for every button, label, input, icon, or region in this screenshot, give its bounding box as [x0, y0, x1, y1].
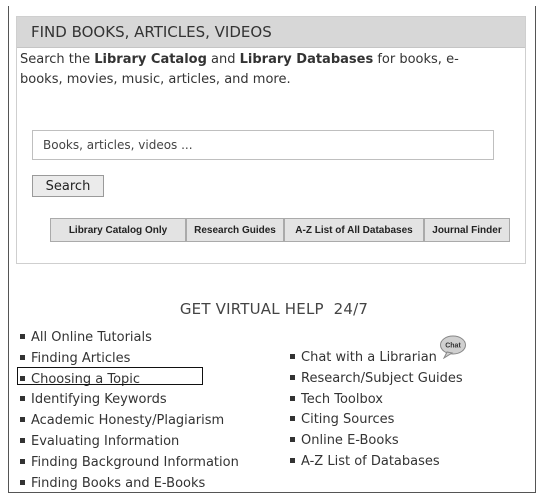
- list-item[interactable]: Finding Books and E-Books: [20, 474, 239, 495]
- link-chat-with-a-librarian[interactable]: Chat with a Librarian: [301, 350, 437, 365]
- intro-and: and: [206, 52, 240, 67]
- list-item[interactable]: Online E-Books: [290, 431, 463, 452]
- list-item[interactable]: Academic Honesty/Plagiarism: [20, 411, 239, 432]
- search-input[interactable]: [32, 130, 494, 160]
- link-academic-honesty[interactable]: Academic Honesty/Plagiarism: [31, 413, 224, 428]
- intro-library-catalog: Library Catalog: [94, 52, 207, 67]
- highlight-box: [17, 367, 203, 385]
- link-finding-background-information[interactable]: Finding Background Information: [31, 455, 239, 470]
- link-identifying-keywords[interactable]: Identifying Keywords: [31, 392, 167, 407]
- search-intro-text: Search the Library Catalog and Library D…: [20, 50, 500, 90]
- link-tech-toolbox[interactable]: Tech Toolbox: [301, 392, 383, 407]
- bullet-icon: [20, 396, 25, 402]
- bullet-icon: [290, 374, 295, 380]
- bullet-icon: [290, 437, 295, 443]
- list-item[interactable]: A-Z List of Databases: [290, 452, 463, 473]
- help-links-list: Chat with a Librarian Research/Subject G…: [290, 348, 463, 473]
- virtual-help-heading: GET VIRTUAL HELP 24/7: [0, 300, 548, 318]
- virtual-help-heading-text: GET VIRTUAL HELP 24/7: [179, 300, 369, 318]
- list-item[interactable]: All Online Tutorials: [20, 328, 239, 349]
- link-evaluating-information[interactable]: Evaluating Information: [31, 434, 179, 449]
- link-research-subject-guides[interactable]: Research/Subject Guides: [301, 371, 463, 386]
- list-item[interactable]: Evaluating Information: [20, 432, 239, 453]
- link-finding-articles[interactable]: Finding Articles: [31, 351, 130, 366]
- bullet-icon: [20, 458, 25, 464]
- bullet-icon: [290, 416, 295, 422]
- link-az-list-of-databases[interactable]: A-Z List of Databases: [301, 454, 440, 469]
- bullet-icon: [20, 354, 25, 360]
- bullet-icon: [20, 417, 25, 423]
- bullet-icon: [290, 354, 295, 359]
- intro-library-databases: Library Databases: [239, 52, 374, 67]
- tab-az-list-of-all-databases[interactable]: A-Z List of All Databases: [284, 218, 424, 242]
- bullet-icon: [20, 437, 25, 443]
- list-item[interactable]: Tech Toolbox: [290, 390, 463, 411]
- link-all-online-tutorials[interactable]: All Online Tutorials: [31, 330, 152, 345]
- tab-journal-finder[interactable]: Journal Finder: [424, 218, 510, 242]
- panel-header: FIND BOOKS, ARTICLES, VIDEOS: [17, 17, 525, 48]
- tab-research-guides[interactable]: Research Guides: [186, 218, 284, 242]
- tutorial-links-list: All Online Tutorials Finding Articles Ch…: [20, 328, 239, 494]
- bullet-icon: [290, 457, 295, 463]
- tab-library-catalog-only[interactable]: Library Catalog Only: [50, 218, 186, 242]
- bullet-icon: [20, 479, 25, 485]
- list-item[interactable]: Chat with a Librarian: [290, 348, 463, 369]
- intro-prefix: Search the: [20, 52, 95, 67]
- bullet-icon: [290, 395, 295, 401]
- list-item[interactable]: Citing Sources: [290, 410, 463, 431]
- bullet-icon: [20, 334, 25, 339]
- link-online-ebooks[interactable]: Online E-Books: [301, 433, 399, 448]
- link-citing-sources[interactable]: Citing Sources: [301, 412, 394, 427]
- list-item[interactable]: Research/Subject Guides: [290, 369, 463, 390]
- search-button[interactable]: Search: [32, 175, 104, 197]
- link-finding-books-and-ebooks[interactable]: Finding Books and E-Books: [31, 476, 205, 491]
- list-item[interactable]: Identifying Keywords: [20, 390, 239, 411]
- list-item[interactable]: Finding Background Information: [20, 453, 239, 474]
